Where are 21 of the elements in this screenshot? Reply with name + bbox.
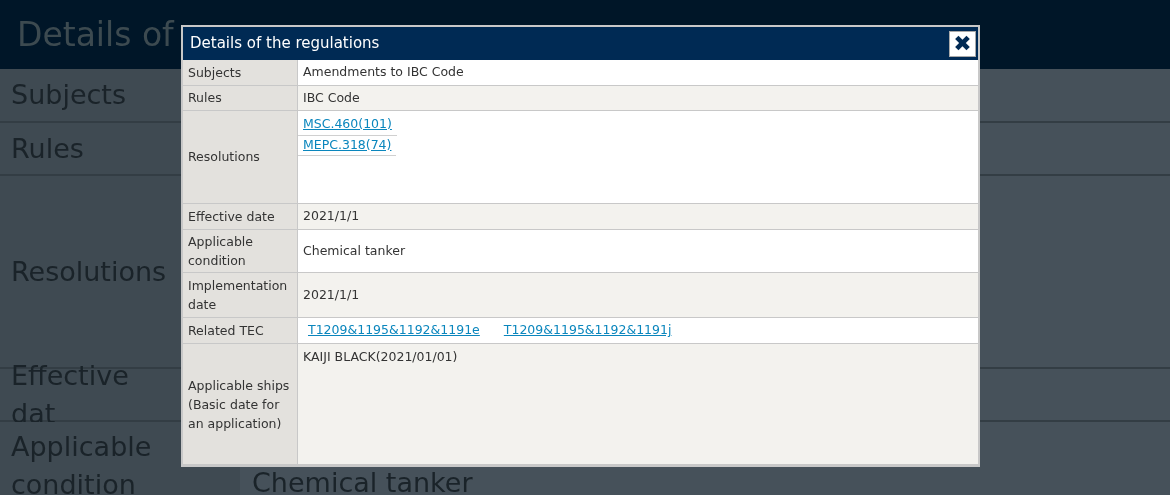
- cell-value: IBC Code: [303, 88, 360, 107]
- resolution-link[interactable]: MSC.460(101): [303, 115, 392, 131]
- tec-link[interactable]: T1209&1195&1192&1191e: [308, 321, 480, 341]
- dialog-title: Details of the regulations: [190, 33, 380, 55]
- cell-value: KAIJI BLACK(2021/01/01): [303, 349, 458, 365]
- page-title: Details of: [17, 13, 174, 56]
- field-label: Rules: [188, 89, 222, 108]
- close-button[interactable]: ✖: [949, 30, 976, 57]
- cell-value: 2021/1/1: [303, 206, 360, 225]
- field-label: Effective date: [188, 207, 275, 226]
- tec-link[interactable]: T1209&1195&1192&1191j: [503, 321, 672, 341]
- field-label: Implementation date: [188, 277, 289, 315]
- field-label: Applicable ships (Basic date for an application): [188, 376, 291, 433]
- cell-value: Chemical tanker: [303, 241, 406, 260]
- field-label: Subjects: [188, 63, 242, 82]
- field-label: Related TEC: [188, 322, 264, 341]
- field-label: Applicable condition: [188, 233, 254, 270]
- field-label: Resolutions: [188, 148, 260, 167]
- resolution-link[interactable]: MEPC.318(74): [303, 136, 392, 152]
- cell-value: Amendments to IBC Code: [303, 63, 464, 82]
- cell-value: 2021/1/1: [303, 286, 360, 305]
